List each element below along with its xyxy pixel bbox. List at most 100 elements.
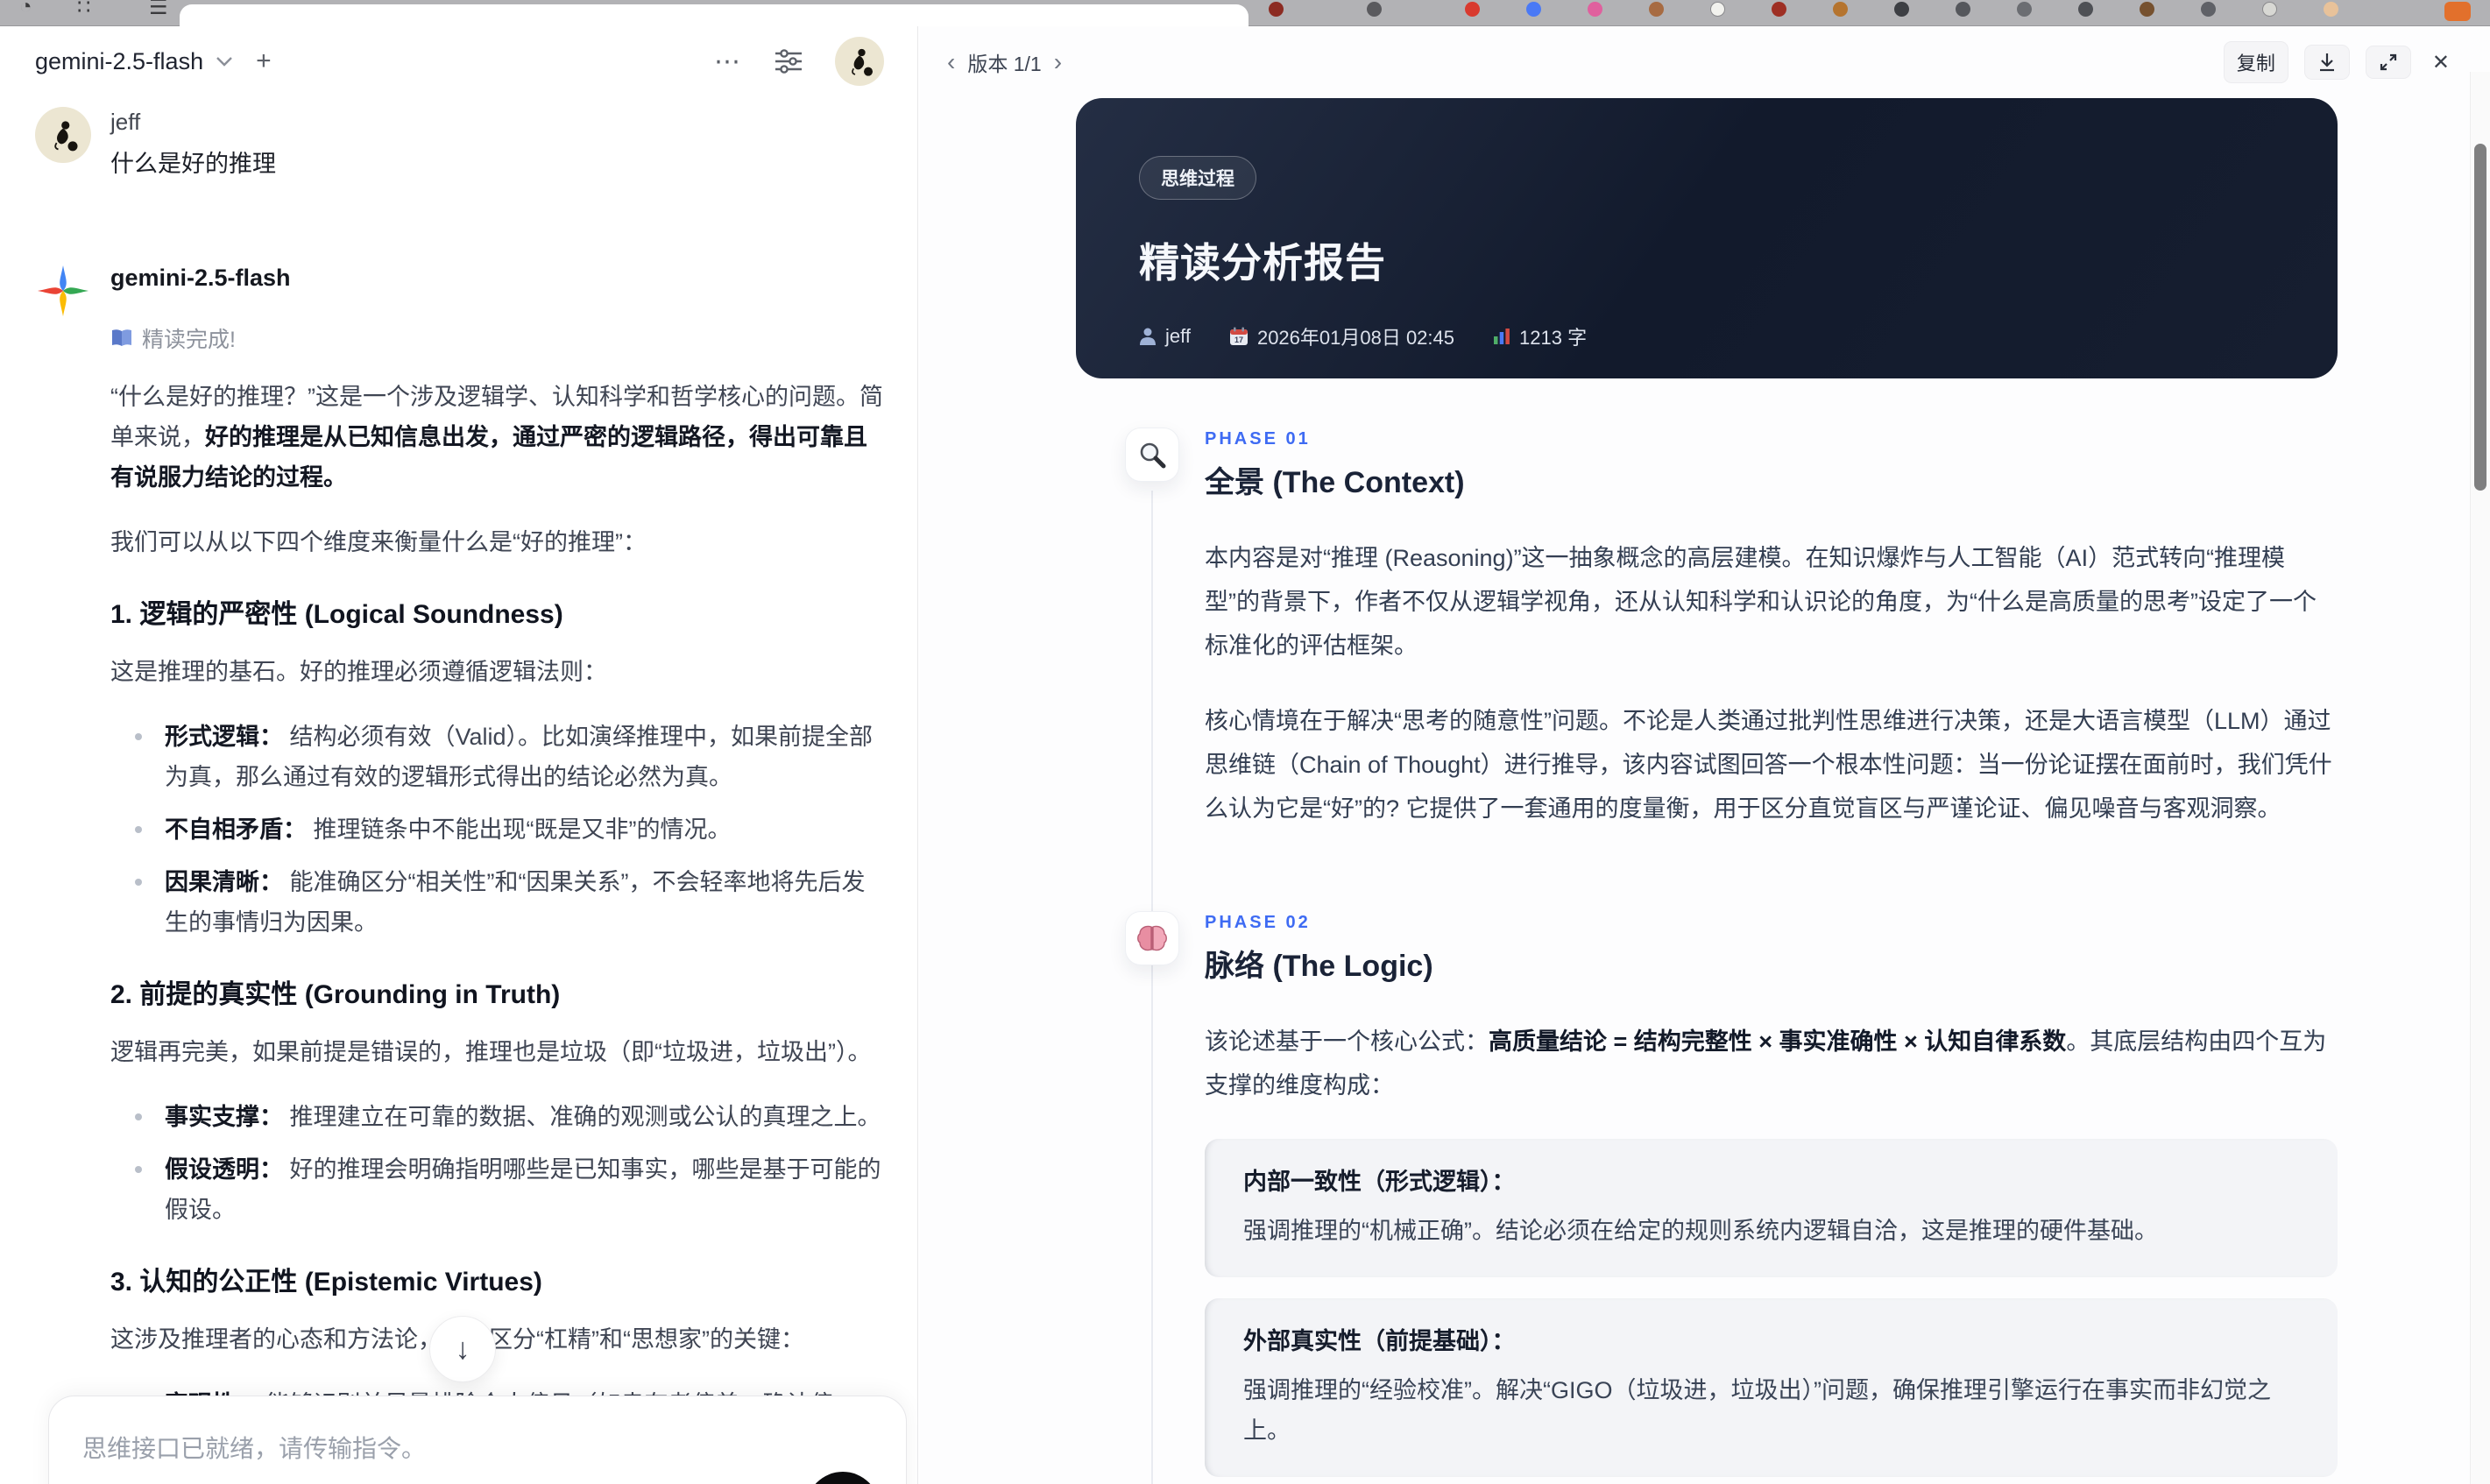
- paragraph: 核心情境在于解决“思考的随意性”问题。不论是人类通过批判性思维进行决策，还是大语…: [1205, 708, 2332, 822]
- card-body: 强调推理的“经验校准”。解决“GIGO（垃圾进，垃圾出）”问题，确保推理引擎运行…: [1243, 1377, 2271, 1444]
- list-item: 假设透明： 好的推理会明确指明哪些是已知事实，哪些是基于可能的假设。: [110, 1149, 884, 1230]
- browser-tab-bar: ◔ ∷ ☰: [0, 0, 2490, 26]
- browser-grid-icon[interactable]: ∷: [77, 0, 92, 20]
- copy-button[interactable]: 复制: [2223, 41, 2288, 83]
- chat-input-placeholder: 思维接口已就绪，请传输指令。: [82, 1435, 427, 1462]
- extension-icon[interactable]: [2078, 2, 2093, 17]
- gemini-star-icon: [35, 263, 91, 319]
- list-item: 事实支撑： 推理建立在可靠的数据、准确的观测或公认的真理之上。: [110, 1097, 884, 1137]
- version-prev-icon[interactable]: ‹: [947, 50, 955, 74]
- report-title: 精读分析报告: [1139, 240, 1386, 286]
- word-count-meta: 1213 字: [1493, 322, 1587, 350]
- arrow-down-icon: ↓: [455, 1332, 470, 1366]
- list-item: 不自相矛盾： 推理链条中不能出现“既是又非”的情况。: [110, 809, 884, 850]
- extension-icon[interactable]: [2140, 2, 2154, 17]
- tune-sliders-icon[interactable]: [774, 48, 803, 74]
- card-title: 内部一致性（形式逻辑）：: [1243, 1169, 1516, 1195]
- book-icon: [110, 329, 133, 348]
- assistant-name: gemini-2.5-flash: [110, 265, 291, 291]
- extension-icon[interactable]: [1649, 2, 1664, 17]
- paragraph: 本内容是对“推理 (Reasoning)”这一抽象概念的高层建模。在知识爆炸与人…: [1205, 545, 2317, 659]
- bullet-list: 形式逻辑： 结构必须有效（Valid）。比如演绎推理中，如果前提全部为真，那么通…: [110, 717, 884, 943]
- chat-panel: gemini-2.5-flash + ⋯ jeff 什么是好的推理 gemini…: [0, 26, 918, 1484]
- dimension-card: 内部一致性（形式逻辑）： 强调推理的“机械正确”。结论必须在给定的规则系统内逻辑…: [1205, 1139, 2338, 1277]
- chat-header: gemini-2.5-flash + ⋯: [35, 33, 884, 89]
- paragraph: 这是推理的基石。好的推理必须遵循逻辑法则：: [110, 659, 607, 685]
- scroll-to-bottom-button[interactable]: ↓: [429, 1316, 496, 1382]
- extension-icon[interactable]: [1367, 2, 1382, 17]
- more-options-icon[interactable]: ⋯: [714, 46, 742, 77]
- extension-icon[interactable]: [1956, 2, 1970, 17]
- extension-icon[interactable]: [1710, 2, 1725, 17]
- extension-icon[interactable]: [1772, 2, 1786, 17]
- profile-avatar-icon[interactable]: [2324, 2, 2338, 17]
- list-item: 形式逻辑： 结构必须有效（Valid）。比如演绎推理中，如果前提全部为真，那么通…: [110, 717, 884, 797]
- report-document: 思维过程 精读分析报告 jeff 17 2026年01月08日 02:45 12…: [1076, 98, 2338, 1484]
- extension-icon[interactable]: [1526, 2, 1541, 17]
- chat-input-box[interactable]: 思维接口已就绪，请传输指令。 +: [48, 1396, 907, 1484]
- phase-label: PHASE 02: [1205, 913, 1311, 932]
- extension-icon[interactable]: [2017, 2, 2032, 17]
- version-label: 版本 1/1: [967, 53, 1042, 75]
- user-avatar: [35, 107, 91, 163]
- version-next-icon[interactable]: ›: [1054, 50, 1062, 74]
- svg-text:17: 17: [1234, 336, 1243, 344]
- card-title: 外部真实性（前提基础）：: [1243, 1328, 1516, 1354]
- extension-icon[interactable]: [2262, 2, 2277, 17]
- scrollbar-thumb[interactable]: [2474, 144, 2486, 491]
- list-item: 因果清晰： 能准确区分“相关性”和“因果关系”，不会轻率地将先后发生的事情归为因…: [110, 862, 884, 943]
- user-name: jeff: [110, 109, 141, 135]
- assistant-status: 精读完成!: [110, 322, 884, 354]
- paragraph: 该论述基于一个核心公式：高质量结论 = 结构完整性 × 事实准确性 × 认知自律…: [1205, 1028, 2327, 1099]
- phase-label: PHASE 01: [1205, 429, 1311, 449]
- dimension-card: 外部真实性（前提基础）： 强调推理的“经验校准”。解决“GIGO（垃圾进，垃圾出…: [1205, 1298, 2338, 1477]
- report-badge: 思维过程: [1139, 156, 1256, 200]
- browser-menu-icon[interactable]: ☰: [149, 0, 168, 20]
- download-icon[interactable]: [2303, 45, 2350, 80]
- user-message: jeff 什么是好的推理: [35, 107, 884, 179]
- extension-icon[interactable]: [1269, 2, 1284, 17]
- user-avatar[interactable]: [835, 37, 884, 86]
- extension-icon[interactable]: [1465, 2, 1480, 17]
- bullet-list: 事实支撑： 推理建立在可靠的数据、准确的观测或公认的真理之上。 假设透明： 好的…: [110, 1097, 884, 1230]
- author-meta: jeff: [1139, 325, 1191, 348]
- paragraph: 这涉及推理者的心态和方法论，也是区分“杠精”和“思想家”的关键：: [110, 1319, 884, 1360]
- paragraph: 逻辑再完美，如果前提是错误的，推理也是垃圾（即“垃圾进，垃圾出”）。: [110, 1039, 872, 1065]
- close-panel-icon[interactable]: ✕: [2427, 46, 2455, 79]
- chevron-down-icon[interactable]: [216, 56, 233, 67]
- section-heading: 2. 前提的真实性 (Grounding in Truth): [110, 980, 561, 1009]
- section-heading: 1. 逻辑的严密性 (Logical Soundness): [110, 600, 563, 629]
- report-panel: ‹ 版本 1/1 › 复制 ✕ 思维过程 精读分析报告 jeff 17 2026…: [919, 26, 2490, 1484]
- assistant-status-text: 精读完成!: [142, 328, 236, 352]
- phase-title: 脉络 (The Logic): [1205, 950, 1433, 983]
- voice-input-button[interactable]: [806, 1472, 880, 1484]
- model-selector[interactable]: gemini-2.5-flash: [35, 48, 203, 75]
- paragraph: “什么是好的推理？”这是一个涉及逻辑学、认知科学和哲学核心的问题。简单来说，好的…: [110, 384, 883, 491]
- report-toolbar: ‹ 版本 1/1 › 复制 ✕: [947, 40, 2455, 84]
- scrollbar[interactable]: [2470, 72, 2490, 1484]
- section-heading: 3. 认知的公正性 (Epistemic Virtues): [110, 1268, 542, 1297]
- person-icon: [1140, 328, 1156, 345]
- bar-chart-icon: [1494, 329, 1510, 344]
- assistant-message: gemini-2.5-flash 精读完成! “什么是好的推理？”这是一个涉及逻…: [35, 263, 884, 1484]
- paragraph: 我们可以从以下四个维度来衡量什么是“好的推理”：: [110, 529, 647, 555]
- new-chat-button[interactable]: +: [256, 46, 272, 76]
- phase-section-2: PHASE 02 脉络 (The Logic) 该论述基于一个核心公式：高质量结…: [1076, 911, 2338, 1484]
- assistant-message-body: “什么是好的推理？”这是一个涉及逻辑学、认知科学和哲学核心的问题。简单来说，好的…: [110, 377, 884, 1484]
- phase-title: 全景 (The Context): [1205, 466, 1465, 499]
- magnifier-icon: [1125, 428, 1179, 482]
- extension-icon[interactable]: [1833, 2, 1848, 17]
- extension-icon[interactable]: [2444, 2, 2471, 21]
- expand-fullscreen-icon[interactable]: [2365, 46, 2411, 79]
- phase-section-1: PHASE 01 全景 (The Context) 本内容是对“推理 (Reas…: [1076, 428, 2338, 862]
- browser-back-icon[interactable]: ◔: [19, 0, 32, 19]
- extension-icon[interactable]: [1894, 2, 1909, 17]
- date-meta: 17 2026年01月08日 02:45: [1229, 322, 1454, 350]
- extension-icon[interactable]: [2201, 2, 2216, 17]
- browser-tab[interactable]: [180, 4, 1249, 26]
- calendar-icon: 17: [1229, 327, 1248, 345]
- card-body: 强调推理的“机械正确”。结论必须在给定的规则系统内逻辑自洽，这是推理的硬件基础。: [1243, 1218, 2158, 1244]
- report-hero-card: 思维过程 精读分析报告 jeff 17 2026年01月08日 02:45 12…: [1076, 98, 2338, 378]
- extension-icon[interactable]: [1588, 2, 1602, 17]
- user-message-text: 什么是好的推理: [110, 151, 276, 177]
